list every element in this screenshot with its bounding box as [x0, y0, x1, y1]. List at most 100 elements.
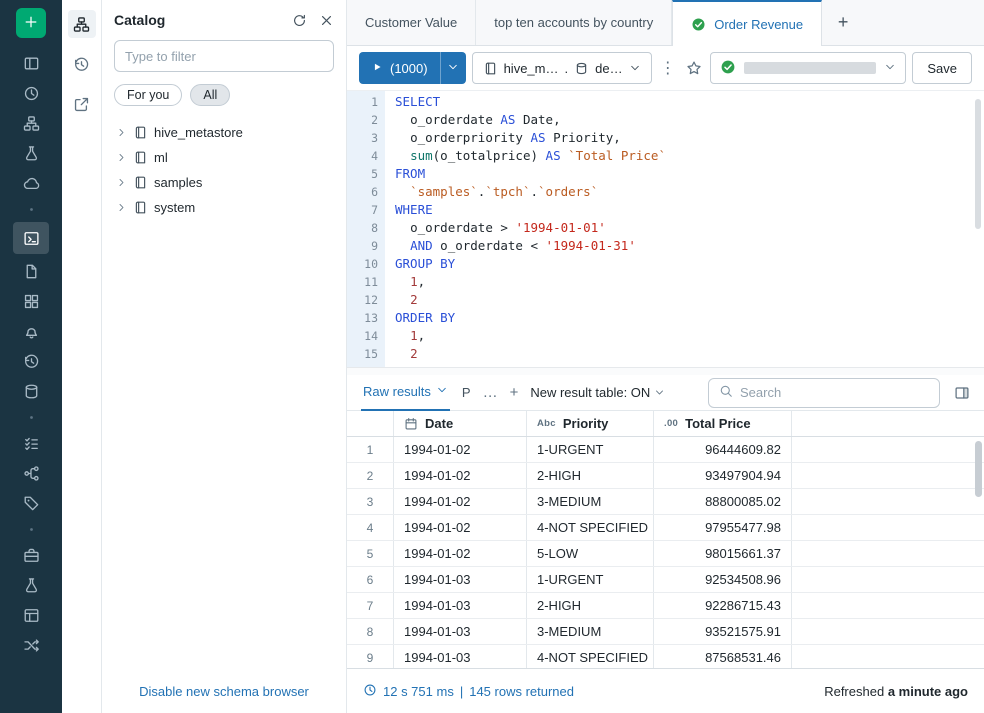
editor-line[interactable]: 6 `samples`.`tpch`.`orders`: [347, 183, 984, 201]
editor-line[interactable]: 11 1,: [347, 273, 984, 291]
rail-alerts-button[interactable]: [13, 316, 49, 346]
new-result-table-toggle[interactable]: New result table: ON: [530, 385, 665, 400]
close-icon[interactable]: [319, 13, 334, 28]
rail-query-history-button[interactable]: [13, 346, 49, 376]
rail-catalog-button[interactable]: [13, 108, 49, 138]
panel-rail-schema-browser[interactable]: [68, 10, 96, 38]
panel-rail-saved-queries[interactable]: [68, 90, 96, 118]
table-cell: 4-NOT SPECIFIED: [527, 645, 654, 668]
table-row[interactable]: 81994-01-033-MEDIUM93521575.91: [347, 619, 984, 645]
tab-customer-value[interactable]: Customer Value: [347, 0, 476, 45]
editor-line[interactable]: 2 o_orderdate AS Date,: [347, 111, 984, 129]
table-row[interactable]: 51994-01-025-LOW98015661.37: [347, 541, 984, 567]
side-panel-toggle-icon[interactable]: [954, 385, 970, 401]
catalog-item-samples[interactable]: samples: [114, 170, 334, 195]
column-header-date[interactable]: Date: [394, 411, 527, 436]
chevron-right-icon[interactable]: [116, 177, 127, 188]
add-visualization-button[interactable]: +: [510, 384, 519, 401]
editor-line[interactable]: 5FROM: [347, 165, 984, 183]
string-type-icon: Abc: [537, 418, 556, 429]
editor-line[interactable]: 3 o_orderpriority AS Priority,: [347, 129, 984, 147]
editor-line[interactable]: 4 sum(o_totalprice) AS `Total Price`: [347, 147, 984, 165]
rail-sql-warehouses-button[interactable]: [13, 376, 49, 406]
truncated-results-tab[interactable]: P: [462, 385, 471, 400]
app-root: Catalog For you All hive_metastoremlsamp…: [0, 0, 984, 713]
editor-line[interactable]: 8 o_orderdate > '1994-01-01': [347, 219, 984, 237]
table-row[interactable]: 41994-01-024-NOT SPECIFIED97955477.98: [347, 515, 984, 541]
rail-queries-button[interactable]: [13, 256, 49, 286]
disable-schema-browser-link[interactable]: Disable new schema browser: [139, 684, 309, 699]
raw-results-tab[interactable]: Raw results: [361, 375, 450, 411]
editor-line[interactable]: 9 AND o_orderdate < '1994-01-31': [347, 237, 984, 255]
tab-order-revenue[interactable]: Order Revenue: [672, 0, 822, 46]
run-options-caret[interactable]: [440, 52, 466, 84]
chevron-down-icon: [629, 62, 641, 74]
rail-model-serving-button[interactable]: [13, 600, 49, 630]
rail-sql-editor-button[interactable]: [13, 222, 49, 254]
editor-line[interactable]: 7WHERE: [347, 201, 984, 219]
sql-editor[interactable]: 1SELECT2 o_orderdate AS Date,3 o_orderpr…: [347, 90, 984, 367]
catalog-filter-input[interactable]: [114, 40, 334, 72]
calendar-icon: [404, 417, 418, 431]
chevron-right-icon[interactable]: [116, 152, 127, 163]
search-icon: [719, 384, 733, 401]
table-row[interactable]: 31994-01-023-MEDIUM88800085.02: [347, 489, 984, 515]
selected-catalog: hive_m…: [504, 61, 559, 76]
editor-line[interactable]: 1SELECT: [347, 93, 984, 111]
catalog-schema-separator: .: [565, 61, 569, 76]
rail-dashboards-button[interactable]: [13, 286, 49, 316]
search-input[interactable]: [740, 385, 929, 400]
editor-line[interactable]: 15 2: [347, 345, 984, 363]
column-header-priority[interactable]: Abc Priority: [527, 411, 654, 436]
editor-line[interactable]: 10GROUP BY: [347, 255, 984, 273]
results-scrollbar[interactable]: [975, 441, 982, 497]
table-row[interactable]: 71994-01-032-HIGH92286715.43: [347, 593, 984, 619]
rail-job-runs-button[interactable]: [13, 428, 49, 458]
rail-marketplace-button[interactable]: [13, 630, 49, 660]
rail-recents-button[interactable]: [13, 78, 49, 108]
results-overflow-menu[interactable]: …: [483, 384, 498, 401]
filter-pill-all[interactable]: All: [190, 84, 230, 106]
chevron-right-icon[interactable]: [116, 202, 127, 213]
rail-compute-resources-button[interactable]: [13, 540, 49, 570]
table-row[interactable]: 61994-01-031-URGENT92534508.96: [347, 567, 984, 593]
catalog-item-hive_metastore[interactable]: hive_metastore: [114, 120, 334, 145]
results-search[interactable]: [708, 378, 940, 408]
warehouse-selector[interactable]: [710, 52, 906, 84]
catalog-item-ml[interactable]: ml: [114, 145, 334, 170]
editor-line[interactable]: 14 1,: [347, 327, 984, 345]
editor-line[interactable]: 12 2: [347, 291, 984, 309]
tab-top-ten-accounts-by-country[interactable]: top ten accounts by country: [476, 0, 672, 45]
rail-experiments-button[interactable]: [13, 570, 49, 600]
run-button-main[interactable]: (1000): [359, 52, 440, 84]
kebab-menu[interactable]: ⋮: [658, 52, 678, 84]
table-row[interactable]: 21994-01-022-HIGH93497904.94: [347, 463, 984, 489]
rail-workflows-button[interactable]: [13, 138, 49, 168]
table-cell: 7: [347, 593, 394, 618]
new-button[interactable]: [16, 8, 46, 38]
rail-pipelines-button[interactable]: [13, 458, 49, 488]
query-duration[interactable]: 12 s 751 ms | 145 rows returned: [363, 683, 574, 700]
chevron-right-icon[interactable]: [116, 127, 127, 138]
editor-line[interactable]: 13ORDER BY: [347, 309, 984, 327]
refresh-icon[interactable]: [292, 13, 307, 28]
rail-workspace-button[interactable]: [13, 48, 49, 78]
table-cell: 97955477.98: [654, 515, 792, 540]
filter-pill-for-you[interactable]: For you: [114, 84, 182, 106]
table-row[interactable]: 91994-01-034-NOT SPECIFIED87568531.46: [347, 645, 984, 668]
table-row[interactable]: 11994-01-021-URGENT96444609.82: [347, 437, 984, 463]
editor-lines: 1SELECT2 o_orderdate AS Date,3 o_orderpr…: [347, 91, 984, 363]
panel-rail-query-history[interactable]: [68, 50, 96, 78]
editor-scrollbar[interactable]: [975, 99, 981, 229]
favorite-star[interactable]: [684, 52, 704, 84]
save-button[interactable]: Save: [912, 52, 972, 84]
rail-compute-button[interactable]: [13, 168, 49, 198]
rail-tags-button[interactable]: [13, 488, 49, 518]
add-tab-button[interactable]: +: [822, 0, 864, 45]
run-button[interactable]: (1000): [359, 52, 466, 84]
table-cell: [792, 619, 984, 644]
catalog-item-system[interactable]: system: [114, 195, 334, 220]
column-header-total-price[interactable]: .00 Total Price: [654, 411, 792, 436]
rows-returned-text: 145 rows returned: [469, 684, 574, 699]
catalog-schema-selector[interactable]: hive_m… . de…: [472, 52, 652, 84]
